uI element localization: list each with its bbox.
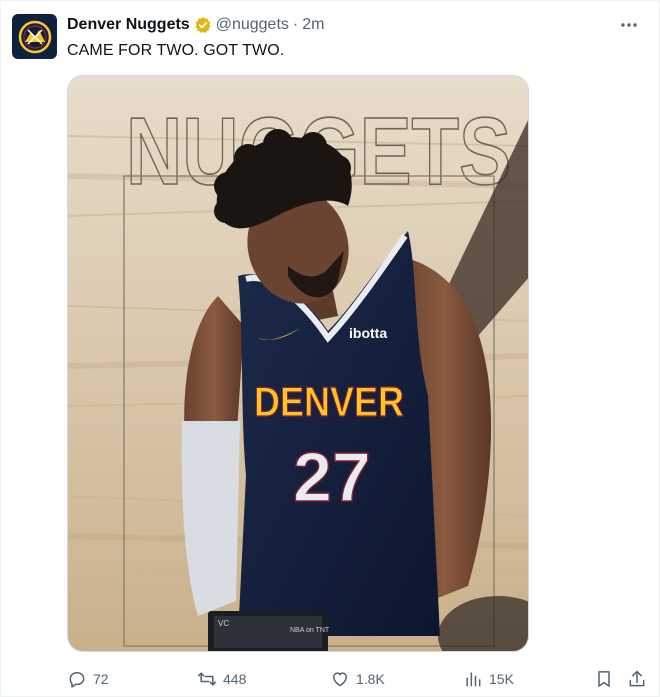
retweet-icon — [197, 672, 217, 686]
heart-icon — [333, 672, 347, 687]
share-button[interactable] — [627, 665, 653, 693]
analytics-icon — [466, 672, 481, 687]
like-count: 1.8K — [356, 671, 385, 687]
retweet-button[interactable]: 448 — [197, 665, 246, 693]
views-button[interactable]: 15K — [463, 665, 514, 693]
laptop-label-right: NBA on TNT — [290, 627, 330, 634]
retweet-count: 448 — [223, 671, 247, 687]
share-icon — [629, 670, 645, 687]
jersey-number: 27 — [293, 438, 371, 516]
verified-badge-icon[interactable] — [194, 16, 212, 34]
tweet-text: CAME FOR TWO. GOT TWO. — [67, 42, 285, 59]
tweet-media-image[interactable]: NUGGETS — [67, 75, 529, 652]
reply-icon — [69, 672, 85, 688]
tweet-header: Denver Nuggets @nuggets · 2m — [67, 16, 324, 34]
author-handle[interactable]: @nuggets — [216, 16, 289, 34]
more-dots-icon — [621, 23, 637, 27]
like-button[interactable]: 1.8K — [330, 665, 385, 693]
avatar[interactable] — [12, 14, 57, 59]
timestamp[interactable]: 2m — [302, 16, 324, 34]
tweet-actions: 72 448 1.8K 15K — [67, 665, 651, 693]
view-count: 15K — [489, 671, 514, 687]
bookmark-button[interactable] — [594, 665, 620, 693]
separator-dot: · — [292, 16, 299, 33]
player-photo: NUGGETS — [68, 76, 528, 651]
nuggets-logo-icon — [18, 20, 51, 53]
reply-count: 72 — [93, 671, 109, 687]
author-name[interactable]: Denver Nuggets — [67, 16, 190, 34]
more-options-button[interactable] — [617, 13, 641, 37]
jersey-sponsor: ibotta — [349, 325, 387, 341]
jersey-city: DENVER — [254, 378, 404, 425]
laptop-label-left: VC — [218, 619, 229, 628]
reply-button[interactable]: 72 — [67, 665, 109, 693]
tweet-card[interactable]: Denver Nuggets @nuggets · 2m CAME FOR TW… — [0, 0, 660, 697]
bookmark-icon — [598, 671, 610, 687]
